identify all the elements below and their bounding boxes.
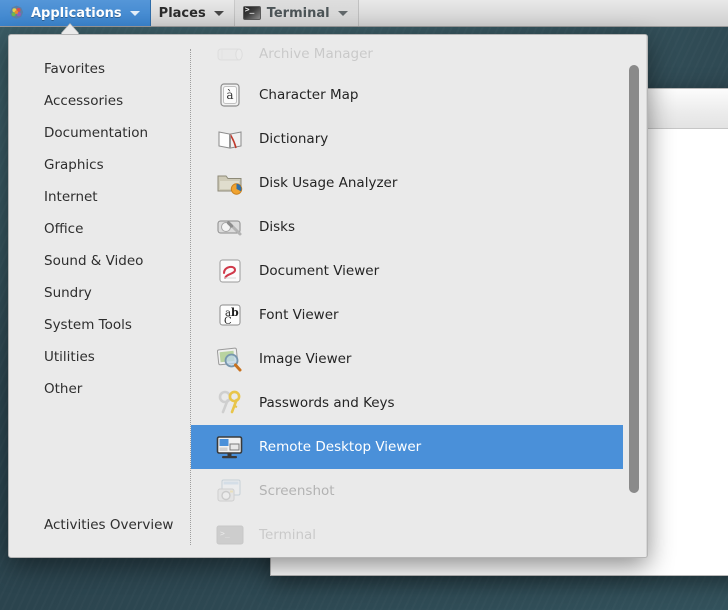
panel-right-divider: [646, 35, 647, 557]
terminal-app-icon: >_: [215, 520, 245, 550]
category-item-internet[interactable]: Internet: [9, 181, 191, 213]
category-item-accessories[interactable]: Accessories: [9, 85, 191, 117]
app-item-label: Screenshot: [259, 483, 335, 499]
category-item-office[interactable]: Office: [9, 213, 191, 245]
category-item-system-tools[interactable]: System Tools: [9, 309, 191, 341]
app-item-image-viewer[interactable]: Image Viewer: [191, 337, 647, 381]
app-item-label: Remote Desktop Viewer: [259, 439, 422, 455]
document-viewer-icon: [215, 256, 245, 286]
svg-text:>_: >_: [220, 529, 230, 538]
category-list: Favorites Accessories Documentation Grap…: [9, 35, 191, 557]
screenshot-icon: [215, 476, 245, 506]
terminal-icon: [242, 5, 261, 20]
font-viewer-icon: a b C: [215, 300, 245, 330]
places-menu-button[interactable]: Places: [151, 0, 235, 26]
svg-text:C: C: [224, 316, 232, 327]
app-item-label: Disks: [259, 219, 296, 235]
category-item-sundry[interactable]: Sundry: [9, 277, 191, 309]
activities-overview-button[interactable]: Activities Overview: [9, 509, 191, 541]
app-list-scrollbar-thumb[interactable]: [629, 65, 639, 493]
app-item-disks[interactable]: Disks: [191, 205, 647, 249]
app-item-terminal[interactable]: >_ Terminal: [191, 513, 647, 557]
disks-icon: [215, 212, 245, 242]
character-map-icon: à: [215, 80, 245, 110]
places-menu-label: Places: [158, 5, 206, 21]
image-viewer-icon: [215, 344, 245, 374]
category-item-utilities[interactable]: Utilities: [9, 341, 191, 373]
app-item-label: Archive Manager: [259, 46, 373, 62]
app-item-font-viewer[interactable]: a b C Font Viewer: [191, 293, 647, 337]
app-item-label: Image Viewer: [259, 351, 352, 367]
top-panel: Applications Places Terminal: [0, 0, 728, 27]
application-list-panel: Archive Manager à Character Map Dictiona…: [191, 35, 647, 557]
app-item-label: Disk Usage Analyzer: [259, 175, 398, 191]
chevron-down-icon: [337, 10, 348, 16]
category-item-documentation[interactable]: Documentation: [9, 117, 191, 149]
category-item-graphics[interactable]: Graphics: [9, 149, 191, 181]
category-list-spacer: [9, 405, 191, 509]
app-item-dictionary[interactable]: Dictionary: [191, 117, 647, 161]
app-item-document-viewer[interactable]: Document Viewer: [191, 249, 647, 293]
dictionary-icon: [215, 124, 245, 154]
app-item-label: Terminal: [259, 527, 317, 543]
app-item-label: Document Viewer: [259, 263, 380, 279]
chevron-down-icon: [213, 10, 224, 16]
menu-pointer-arrow: [61, 24, 79, 34]
fedora-start-here-icon: [8, 5, 25, 22]
svg-text:b: b: [231, 306, 239, 319]
application-list: Archive Manager à Character Map Dictiona…: [191, 35, 647, 557]
applications-menu-popup: Favorites Accessories Documentation Grap…: [8, 34, 648, 558]
applications-menu-label: Applications: [31, 5, 122, 21]
app-item-remote-desktop-viewer[interactable]: Remote Desktop Viewer: [191, 425, 623, 469]
remote-desktop-viewer-icon: [215, 432, 245, 462]
app-item-passwords-and-keys[interactable]: Passwords and Keys: [191, 381, 647, 425]
app-item-label: Character Map: [259, 87, 359, 103]
chevron-down-icon: [129, 10, 140, 16]
category-item-sound-video[interactable]: Sound & Video: [9, 245, 191, 277]
app-item-disk-usage-analyzer[interactable]: Disk Usage Analyzer: [191, 161, 647, 205]
applications-menu-button[interactable]: Applications: [0, 0, 151, 26]
app-item-screenshot[interactable]: Screenshot: [191, 469, 647, 513]
passwords-and-keys-icon: [215, 388, 245, 418]
category-item-other[interactable]: Other: [9, 373, 191, 405]
window-list-item-label: Terminal: [266, 5, 330, 21]
app-item-character-map[interactable]: à Character Map: [191, 73, 647, 117]
app-item-label: Font Viewer: [259, 307, 339, 323]
app-item-label: Passwords and Keys: [259, 395, 395, 411]
svg-text:à: à: [226, 88, 233, 102]
disk-usage-analyzer-icon: [215, 168, 245, 198]
archive-manager-icon: [215, 39, 245, 69]
category-item-favorites[interactable]: Favorites: [9, 53, 191, 85]
app-item-label: Dictionary: [259, 131, 329, 147]
window-list-item-terminal[interactable]: Terminal: [234, 0, 359, 26]
app-list-scrollbar[interactable]: [628, 35, 640, 557]
app-item-archive-manager[interactable]: Archive Manager: [191, 35, 647, 73]
